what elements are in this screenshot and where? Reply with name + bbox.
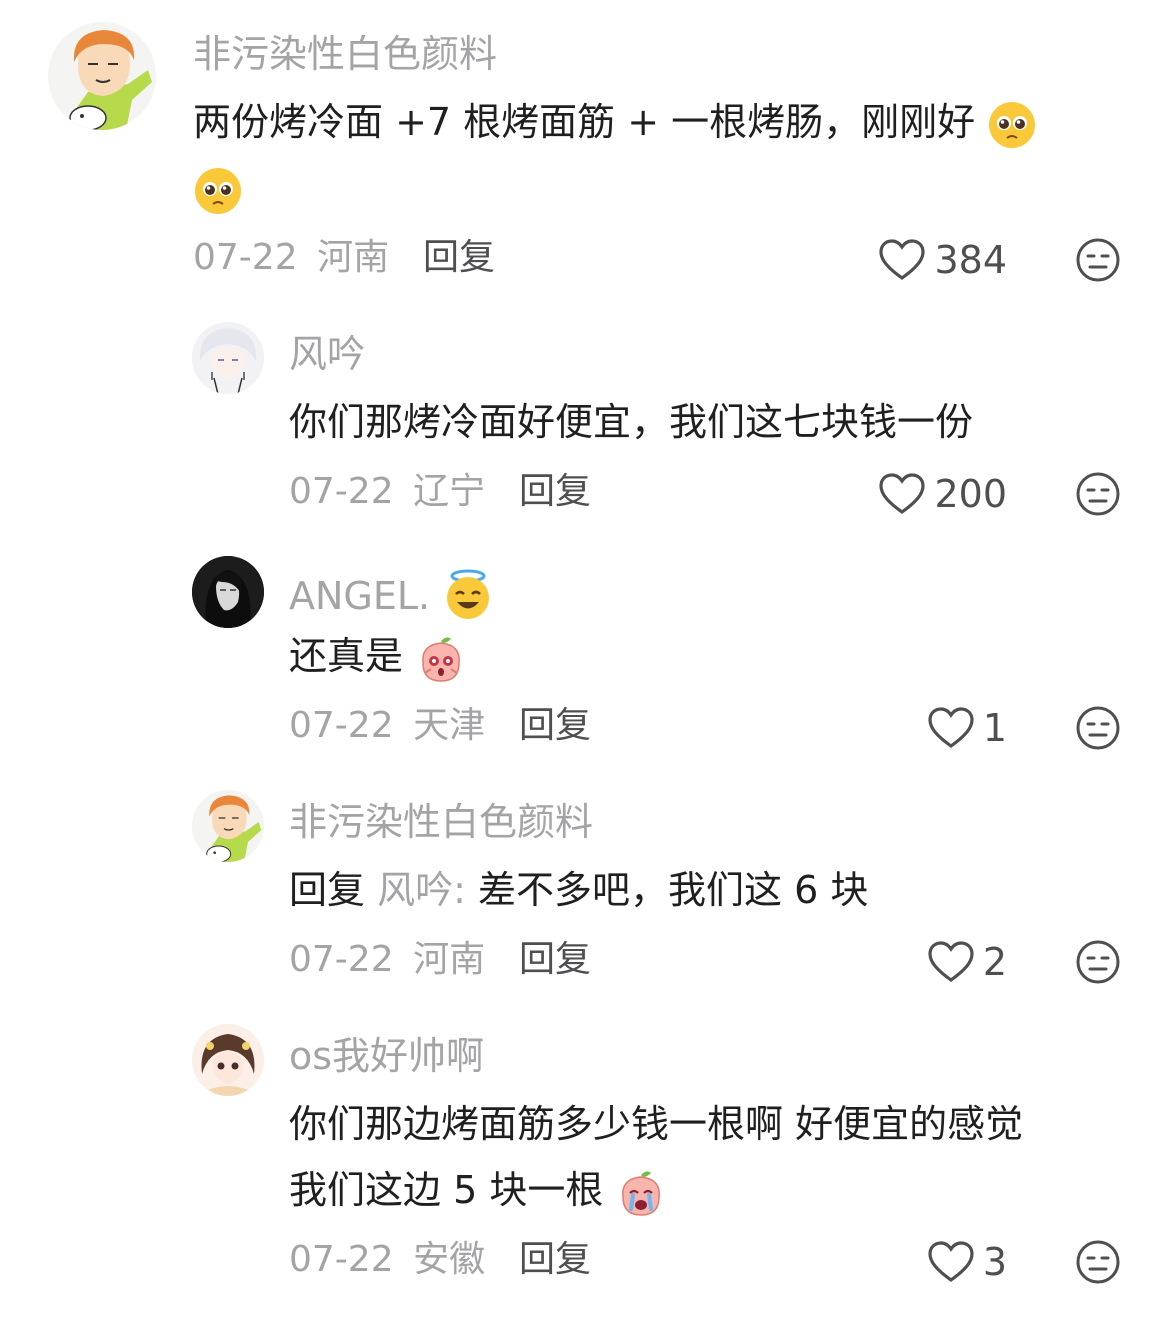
like-button[interactable]: 3	[927, 1240, 1007, 1284]
comment-date-location: 07-22 安徽	[289, 1242, 485, 1278]
like-button[interactable]: 2	[927, 940, 1007, 984]
like-count: 3	[982, 1240, 1007, 1284]
peach-crying-emoji-icon	[615, 1167, 667, 1219]
user-avatar[interactable]	[192, 322, 264, 394]
heart-icon	[928, 1241, 974, 1282]
comment-text: 你们那烤冷面好便宜，我们这七块钱一份	[289, 400, 974, 444]
comment-username[interactable]: ANGEL.	[289, 569, 494, 621]
dislike-button[interactable]	[1075, 705, 1121, 751]
comment-date: 07-22	[289, 939, 394, 980]
comment-text-emoji-line	[193, 156, 243, 220]
comment-location: 河南	[413, 939, 486, 980]
dislike-button[interactable]	[1075, 237, 1121, 283]
user-avatar[interactable]	[48, 22, 156, 130]
comment-text: 还真是	[289, 624, 467, 688]
comment-text-line: 差不多吧，我们这 6 块	[478, 868, 869, 912]
cartoon-girl-avatar-icon	[48, 22, 156, 130]
comment-date-location: 07-22 辽宁	[289, 474, 485, 510]
like-button[interactable]: 200	[878, 472, 1007, 516]
reply-target-username[interactable]: 风吟:	[377, 868, 466, 912]
meh-face-icon	[1076, 472, 1120, 516]
heart-icon	[879, 239, 926, 280]
comment-text-line: 还真是	[289, 634, 404, 678]
dislike-button[interactable]	[1075, 471, 1121, 517]
comment-username[interactable]: os我好帅啊	[289, 1037, 484, 1075]
comment-date-location: 07-22 河南	[289, 942, 485, 978]
meh-face-icon	[1076, 238, 1120, 282]
comment-username[interactable]: 非污染性白色颜料	[289, 803, 593, 841]
comment-text: 你们那边烤面筋多少钱一根啊 好便宜的感觉	[289, 1102, 1024, 1146]
reply-button[interactable]: 回复	[519, 942, 591, 978]
comment-date-location: 07-22 河南	[193, 240, 389, 276]
comment-location: 辽宁	[413, 471, 486, 512]
comment-text-line: 两份烤冷面 +7 根烤面筋 + 一根烤肠，刚刚好	[193, 100, 976, 144]
comment-text: 回复 风吟: 差不多吧，我们这 6 块	[289, 858, 868, 922]
user-avatar[interactable]	[192, 556, 264, 628]
cartoon-girl-avatar-icon	[192, 790, 264, 862]
dislike-button[interactable]	[1075, 1239, 1121, 1285]
pleading-face-emoji-icon	[193, 166, 243, 216]
dark-portrait-avatar-icon	[192, 556, 264, 628]
like-count: 200	[934, 472, 1007, 516]
comment-date: 07-22	[289, 705, 394, 746]
heart-icon	[879, 473, 926, 514]
comment-date: 07-22	[193, 237, 298, 278]
reply-button[interactable]: 回复	[423, 240, 495, 276]
reply-button[interactable]: 回复	[519, 708, 591, 744]
reply-prefix: 回复	[289, 868, 366, 912]
comment-date: 07-22	[289, 1239, 394, 1280]
like-button[interactable]: 384	[878, 238, 1007, 282]
reply-button[interactable]: 回复	[519, 474, 591, 510]
comment-date: 07-22	[289, 471, 394, 512]
comment-location: 天津	[413, 705, 486, 746]
like-count: 1	[982, 706, 1007, 750]
anime-white-hair-avatar-icon	[192, 322, 264, 394]
comment-text-line: 我们这边 5 块一根	[289, 1168, 604, 1212]
user-avatar[interactable]	[192, 790, 264, 862]
like-count: 2	[982, 940, 1007, 984]
comment-username[interactable]: 风吟	[289, 335, 365, 373]
comment-date-location: 07-22 天津	[289, 708, 485, 744]
heart-icon	[928, 941, 974, 982]
comment-location: 安徽	[413, 1239, 486, 1280]
meh-face-icon	[1076, 1240, 1120, 1284]
comment-username[interactable]: 非污染性白色颜料	[193, 35, 497, 73]
meh-face-icon	[1076, 706, 1120, 750]
heart-icon	[928, 707, 974, 748]
like-count: 384	[934, 238, 1007, 282]
reply-button[interactable]: 回复	[519, 1242, 591, 1278]
comment-location: 河南	[317, 237, 390, 278]
dislike-button[interactable]	[1075, 939, 1121, 985]
pleading-face-emoji-icon	[987, 100, 1037, 150]
like-button[interactable]: 1	[927, 706, 1007, 750]
comment-text-line-2: 我们这边 5 块一根	[289, 1158, 667, 1222]
halo-smile-emoji-icon	[442, 569, 494, 621]
user-avatar[interactable]	[192, 1024, 264, 1096]
anime-girl-pigtails-avatar-icon	[192, 1024, 264, 1096]
meh-face-icon	[1076, 940, 1120, 984]
peach-shocked-emoji-icon	[415, 633, 467, 685]
comment-username-text: ANGEL.	[289, 574, 431, 618]
comment-text: 两份烤冷面 +7 根烤面筋 + 一根烤肠，刚刚好	[193, 90, 1037, 154]
